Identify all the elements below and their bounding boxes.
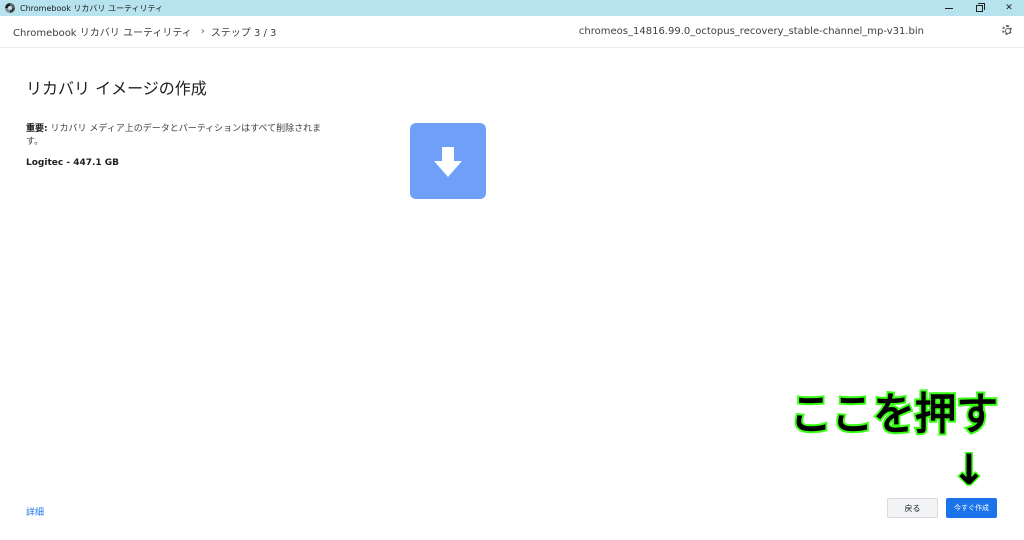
create-now-button[interactable]: 今すぐ作成 bbox=[946, 498, 997, 518]
annotation-arrow: ↓ bbox=[952, 445, 986, 490]
back-button[interactable]: 戻る bbox=[887, 498, 938, 518]
breadcrumb-app: Chromebook リカバリ ユーティリティ bbox=[13, 28, 192, 39]
window-title: Chromebook リカバリ ユーティリティ bbox=[20, 3, 164, 13]
minimize-button[interactable] bbox=[934, 0, 964, 16]
annotation-arrow-icon: ↓ bbox=[952, 444, 986, 490]
warning-label: 重要: bbox=[26, 124, 48, 134]
breadcrumb-step: ステップ 3 / 3 bbox=[210, 28, 277, 39]
gear-icon[interactable] bbox=[1002, 25, 1012, 35]
annotation-callout: ここを押す bbox=[788, 387, 1000, 442]
close-button[interactable]: ✕ bbox=[994, 0, 1024, 16]
warning-message: 重要: リカバリ メディア上のデータとパーティションはすべて削除されます。 bbox=[26, 123, 326, 149]
image-filename: chromeos_14816.99.0_octopus_recovery_sta… bbox=[578, 26, 924, 37]
recovery-utility-window: Chromebook リカバリ ユーティリティ ✕ Chromebook リカバ… bbox=[0, 0, 1024, 540]
title-bar: Chromebook リカバリ ユーティリティ ✕ bbox=[0, 0, 1024, 16]
minimize-icon bbox=[945, 7, 953, 9]
restore-icon bbox=[975, 2, 985, 12]
warning-text: リカバリ メディア上のデータとパーティションはすべて削除されます。 bbox=[26, 124, 322, 147]
header-bar: Chromebook リカバリ ユーティリティ › ステップ 3 / 3 chr… bbox=[0, 16, 1024, 48]
download-tile bbox=[410, 123, 486, 199]
details-link[interactable]: 詳細 bbox=[26, 505, 44, 518]
maximize-button[interactable] bbox=[964, 0, 994, 16]
breadcrumb-chevron-icon: › bbox=[200, 26, 205, 37]
recovery-app-icon bbox=[5, 3, 15, 13]
selected-device: Logitec - 447.1 GB bbox=[26, 158, 120, 168]
window-controls: ✕ bbox=[934, 0, 1024, 16]
download-arrow-icon bbox=[434, 147, 462, 177]
close-icon: ✕ bbox=[1005, 3, 1013, 13]
annotation-text: ここを押す bbox=[790, 389, 998, 440]
page-title: リカバリ イメージの作成 bbox=[26, 79, 207, 98]
